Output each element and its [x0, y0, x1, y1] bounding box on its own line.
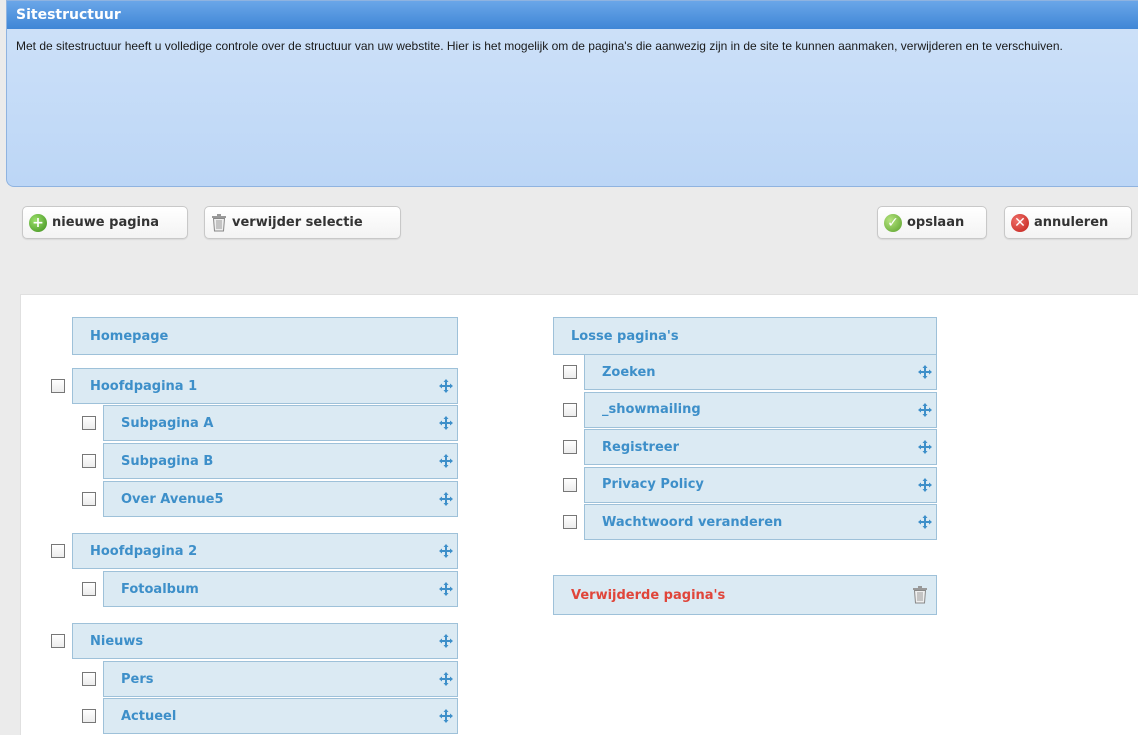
tree-item-label: Over Avenue5 [121, 491, 224, 507]
select-checkbox[interactable] [82, 709, 96, 723]
tree-item-label: Zoeken [602, 364, 656, 380]
tree-item[interactable]: Actueel [103, 698, 458, 734]
loose-page-item[interactable]: Wachtwoord veranderen [584, 504, 937, 540]
tree-item-label: Wachtwoord veranderen [602, 514, 783, 530]
tree-item-label: Subpagina A [121, 415, 214, 431]
select-checkbox[interactable] [563, 365, 577, 379]
deleted-pages-bin[interactable]: Verwijderde pagina's [553, 575, 937, 615]
loose-page-item[interactable]: _showmailing [584, 391, 937, 428]
move-icon[interactable] [918, 402, 932, 417]
trash-icon [212, 213, 226, 231]
tree-item-label: Privacy Policy [602, 477, 704, 492]
move-icon[interactable] [439, 634, 453, 648]
loose-pages-header: Losse pagina's [553, 317, 937, 355]
move-icon[interactable] [918, 440, 932, 454]
page-title: Sitestructuur [7, 1, 1138, 29]
tree-item[interactable]: Over Avenue5 [103, 481, 458, 517]
move-icon[interactable] [439, 672, 453, 686]
select-checkbox[interactable] [82, 492, 96, 506]
loose-page-item[interactable]: Privacy Policy [584, 466, 937, 503]
select-checkbox[interactable] [51, 634, 65, 648]
tree-item-label: Hoofdpagina 2 [90, 543, 198, 559]
cancel-label: annuleren [1034, 215, 1109, 230]
loose-page-item[interactable]: Registreer [584, 429, 937, 465]
header-panel: Sitestructuur Met de sitestructuur heeft… [6, 0, 1138, 187]
select-checkbox[interactable] [51, 379, 65, 393]
tree-item[interactable]: Hoofdpagina 1 [72, 368, 458, 404]
move-icon[interactable] [439, 379, 453, 393]
select-checkbox[interactable] [82, 582, 96, 596]
select-checkbox[interactable] [563, 440, 577, 454]
save-label: opslaan [907, 215, 965, 230]
select-checkbox[interactable] [82, 416, 96, 430]
move-icon[interactable] [439, 492, 453, 506]
close-icon: ✕ [1011, 213, 1029, 232]
tree-item-label: Actueel [121, 708, 177, 724]
select-checkbox[interactable] [51, 544, 65, 558]
move-icon[interactable] [439, 582, 453, 596]
checkmark-icon: ✓ [884, 213, 902, 232]
tree-item[interactable]: Nieuws [72, 623, 458, 659]
select-checkbox[interactable] [563, 477, 577, 492]
tree-item-label: Homepage [90, 328, 169, 344]
select-checkbox[interactable] [563, 402, 577, 417]
tree-item-label: Registreer [602, 439, 679, 455]
move-icon[interactable] [439, 416, 453, 430]
move-icon[interactable] [918, 477, 932, 492]
new-page-label: nieuwe pagina [52, 215, 160, 230]
trash-icon [913, 586, 927, 604]
tree-item[interactable]: Subpagina A [103, 405, 458, 441]
loose-page-item[interactable]: Zoeken [584, 354, 937, 390]
select-checkbox[interactable] [82, 454, 96, 468]
tree-item[interactable]: Subpagina B [103, 443, 458, 479]
save-button[interactable]: ✓ opslaan [877, 206, 987, 239]
tree-item[interactable]: Hoofdpagina 2 [72, 533, 458, 569]
tree-item[interactable]: Fotoalbum [103, 571, 458, 607]
tree-item[interactable]: Pers [103, 661, 458, 697]
add-icon: + [29, 213, 47, 232]
move-icon[interactable] [439, 544, 453, 558]
loose-pages-title: Losse pagina's [571, 328, 679, 344]
deleted-pages-title: Verwijderde pagina's [571, 587, 726, 603]
select-checkbox[interactable] [82, 672, 96, 686]
cancel-button[interactable]: ✕ annuleren [1004, 206, 1132, 239]
page-description: Met de sitestructuur heeft u volledige c… [16, 39, 1063, 53]
delete-selection-button[interactable]: verwijder selectie [204, 206, 401, 239]
move-icon[interactable] [918, 365, 932, 379]
tree-item-label: Hoofdpagina 1 [90, 378, 198, 394]
move-icon[interactable] [918, 515, 932, 529]
new-page-button[interactable]: + nieuwe pagina [22, 206, 188, 239]
tree-item-label: Subpagina B [121, 453, 214, 469]
tree-item-label: _showmailing [602, 402, 701, 417]
tree-item-homepage[interactable]: Homepage [72, 317, 458, 355]
move-icon[interactable] [439, 454, 453, 468]
select-checkbox[interactable] [563, 515, 577, 529]
tree-item-label: Nieuws [90, 633, 144, 649]
tree-item-label: Pers [121, 671, 154, 687]
tree-item-label: Fotoalbum [121, 581, 199, 597]
move-icon[interactable] [439, 709, 453, 723]
delete-selection-label: verwijder selectie [232, 215, 363, 230]
